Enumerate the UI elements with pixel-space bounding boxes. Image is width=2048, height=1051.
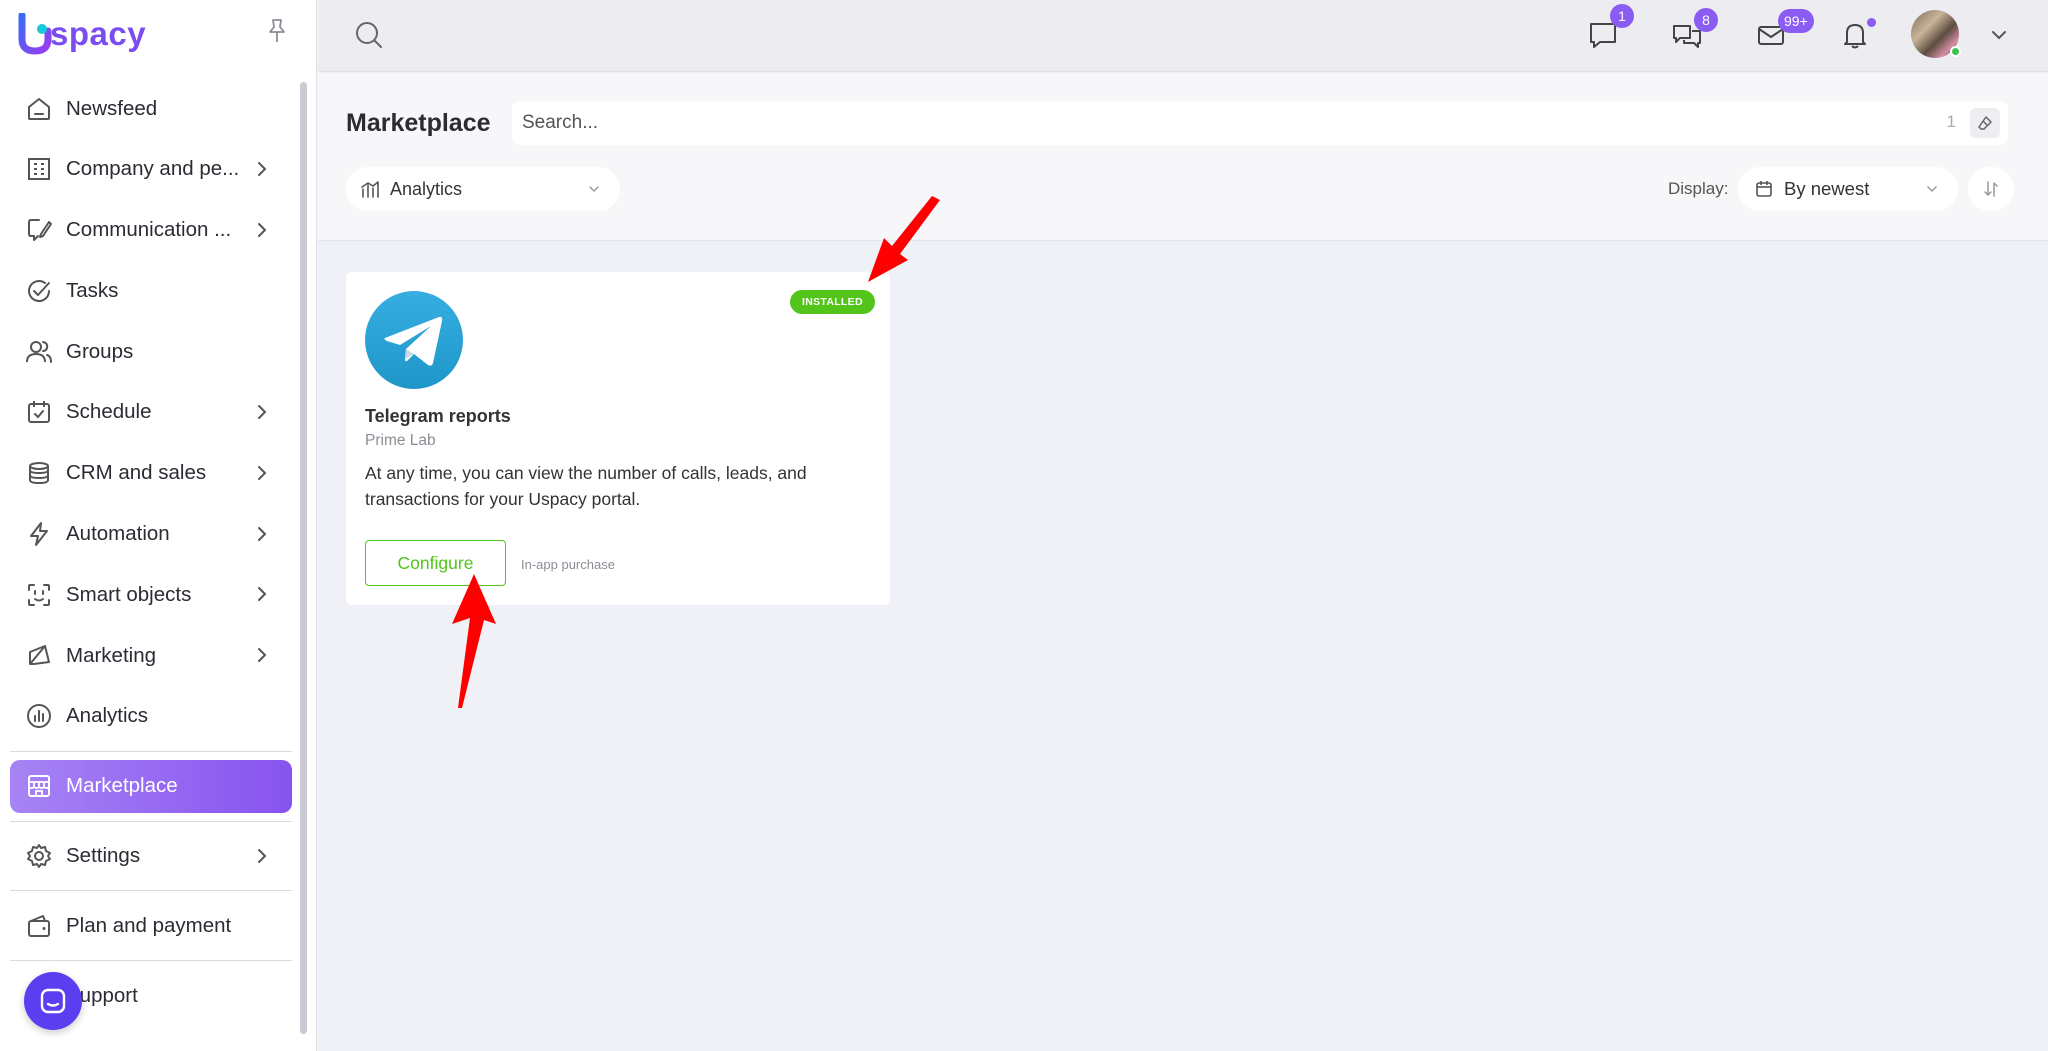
sidebar-item-label: Schedule — [66, 400, 152, 424]
chevron-right-icon — [258, 222, 267, 237]
support-chat-button[interactable] — [24, 972, 82, 1030]
sidebar-item-communication[interactable]: Communication ... — [10, 204, 292, 257]
search-box: 1 — [512, 101, 2008, 145]
building-icon — [25, 155, 53, 183]
chevron-right-icon — [258, 526, 267, 541]
megaphone-icon — [25, 642, 53, 670]
sidebar-item-schedule[interactable]: Schedule — [10, 386, 292, 439]
sidebar-item-label: Communication ... — [66, 218, 232, 242]
online-status-dot — [1950, 46, 1961, 57]
sidebar-item-label: Company and pe... — [66, 157, 240, 181]
chat-widget-icon — [40, 988, 66, 1014]
users-icon — [25, 338, 53, 366]
app-description: At any time, you can view the number of … — [365, 463, 807, 509]
sidebar-item-label: Groups — [66, 339, 134, 363]
wallet-icon — [25, 912, 53, 940]
app-card[interactable]: INSTALLED Telegram reports Prime Lab At … — [346, 272, 890, 605]
scan-face-icon — [25, 581, 53, 609]
app-title: Telegram reports — [365, 406, 511, 426]
search-icon[interactable] — [354, 20, 384, 50]
home-icon — [25, 95, 53, 123]
sidebar-item-automation[interactable]: Automation — [10, 508, 292, 561]
sidebar-divider — [10, 960, 292, 962]
annotation-arrow-installed — [868, 196, 940, 282]
search-result-count: 1 — [1946, 112, 1956, 131]
pricing-note: In-app purchase — [521, 557, 615, 572]
store-icon — [25, 772, 53, 800]
sort-select-value: By newest — [1784, 178, 1870, 199]
sidebar-item-label: CRM and sales — [66, 461, 207, 485]
topbar: 1 8 99+ — [318, 0, 2048, 72]
display-label: Display: — [1668, 179, 1729, 198]
chart-circle-icon — [25, 702, 53, 730]
lightning-icon — [25, 520, 53, 548]
logo-text: spacy — [50, 15, 147, 52]
chevron-down-icon — [1927, 186, 1937, 193]
check-circle-icon — [25, 277, 53, 305]
category-select-value: Analytics — [390, 178, 463, 199]
sidebar-item-tasks[interactable]: Tasks — [10, 264, 292, 317]
sidebar-divider — [10, 750, 292, 752]
category-select[interactable]: Analytics — [346, 167, 620, 211]
coins-stack-icon — [25, 459, 53, 487]
chevron-right-icon — [258, 465, 267, 480]
sidebar-item-settings[interactable]: Settings — [10, 830, 292, 883]
annotation-arrow-configure — [452, 574, 496, 708]
sidebar-item-label: Plan and payment — [66, 913, 232, 937]
logo-mark-icon — [18, 13, 52, 55]
sidebar-scrollbar[interactable] — [300, 82, 307, 1034]
sidebar-item-label: Automation — [66, 522, 170, 546]
sort-select[interactable]: By newest — [1738, 167, 1958, 211]
sort-order-button[interactable] — [1968, 167, 2014, 211]
chevron-right-icon — [258, 404, 267, 419]
sidebar-item-label: Newsfeed — [66, 96, 158, 120]
uspacy-logo[interactable]: spacy — [18, 12, 146, 56]
chevron-down-icon — [589, 186, 599, 193]
chat-badge: 1 — [1610, 4, 1634, 28]
sidebar-item-marketplace[interactable]: Marketplace — [10, 759, 292, 813]
app-vendor: Prime Lab — [365, 432, 436, 449]
analytics-icon — [361, 181, 379, 198]
mail-badge: 99+ — [1778, 9, 1814, 33]
sidebar-divider — [10, 820, 292, 822]
sidebar-item-newsfeed[interactable]: Newsfeed — [10, 82, 292, 135]
sidebar-item-label: Analytics — [66, 704, 149, 728]
gear-icon — [25, 842, 53, 870]
calendar-check-icon — [25, 398, 53, 426]
chevron-right-icon — [258, 161, 267, 176]
sidebar-item-label: Settings — [66, 844, 141, 868]
sidebar-item-analytics[interactable]: Analytics — [10, 690, 292, 743]
search-input[interactable] — [522, 101, 1922, 145]
chevron-right-icon — [258, 848, 267, 863]
sidebar-item-marketing[interactable]: Marketing — [10, 629, 292, 682]
installed-badge: INSTALLED — [790, 290, 875, 314]
pin-icon[interactable] — [266, 18, 288, 44]
marketplace-header: Marketplace 1 Analytics Display: By newe… — [318, 73, 2048, 241]
sidebar-divider — [10, 890, 292, 892]
chevron-right-icon — [258, 587, 267, 602]
page-title: Marketplace — [346, 109, 491, 137]
telegram-logo-icon — [365, 291, 463, 389]
eraser-icon — [1978, 116, 1992, 130]
messages-badge: 8 — [1694, 8, 1718, 32]
sidebar-item-plan-payment[interactable]: Plan and payment — [10, 899, 292, 952]
chevron-down-icon[interactable] — [1988, 24, 2010, 46]
sidebar-nav: Newsfeed Company and pe... Communication… — [10, 82, 292, 1030]
sidebar-item-smart-objects[interactable]: Smart objects — [10, 568, 292, 621]
sidebar-item-label: Marketplace — [66, 774, 178, 798]
sidebar-item-groups[interactable]: Groups — [10, 325, 292, 378]
chevron-right-icon — [258, 648, 267, 663]
sort-descending-icon — [1984, 181, 1998, 197]
sidebar-item-crm[interactable]: CRM and sales — [10, 447, 292, 500]
calendar-icon — [1756, 181, 1772, 197]
sidebar-item-label: Tasks — [66, 278, 119, 302]
notification-dot — [1867, 18, 1876, 27]
clear-search-button[interactable] — [1970, 108, 2000, 138]
sidebar-item-label: Marketing — [66, 643, 157, 667]
chat-pen-icon — [25, 216, 53, 244]
sidebar-item-company[interactable]: Company and pe... — [10, 143, 292, 196]
sidebar-item-label: Smart objects — [66, 582, 192, 606]
sidebar: spacy Newsfeed Company and pe... Communi… — [0, 0, 317, 1051]
